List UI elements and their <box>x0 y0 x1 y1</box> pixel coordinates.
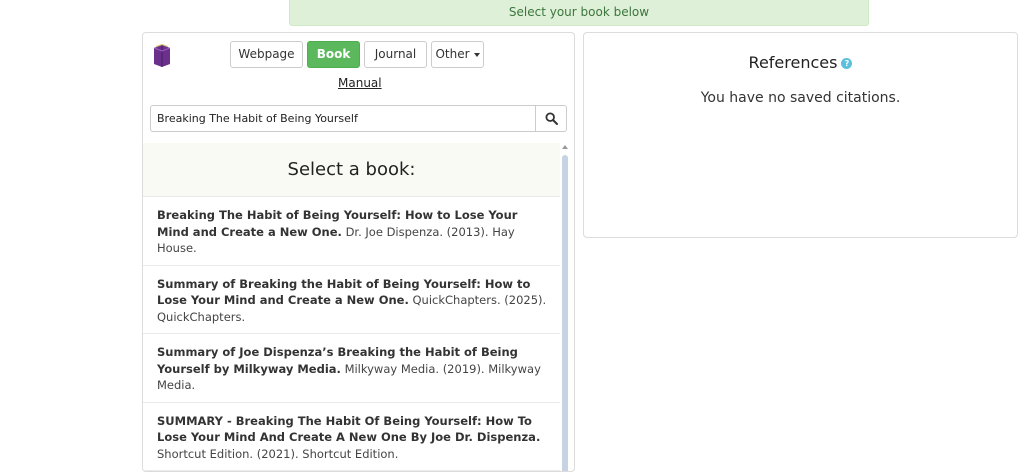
other-dropdown-button[interactable]: Other <box>431 41 484 68</box>
other-label: Other <box>435 47 470 61</box>
results-heading: Select a book: <box>143 143 560 197</box>
search-button[interactable] <box>535 105 567 132</box>
manual-link[interactable]: Manual <box>338 76 382 90</box>
webpage-button[interactable]: Webpage <box>230 41 303 68</box>
references-title: References? <box>584 53 1017 72</box>
citation-form-panel: Webpage Book Journal Other Manual Select… <box>142 32 575 472</box>
book-result-item[interactable]: SUMMARY - Breaking The Habit Of Being Yo… <box>143 403 560 471</box>
book-details: Shortcut Edition. (2021). Shortcut Editi… <box>157 446 399 461</box>
book-button[interactable]: Book <box>307 41 360 68</box>
results-scrollbar[interactable] <box>562 145 568 471</box>
search-icon <box>544 112 558 125</box>
search-input[interactable] <box>150 105 536 132</box>
references-panel: References? You have no saved citations. <box>583 32 1018 238</box>
book-result-item[interactable]: Summary of Breaking the Habit of Being Y… <box>143 266 560 334</box>
no-citations-message: You have no saved citations. <box>700 90 901 106</box>
book-result-item[interactable]: Summary of Joe Dispenza’s Breaking the H… <box>143 334 560 403</box>
book-icon <box>153 44 171 67</box>
references-title-text: References <box>748 53 838 72</box>
caret-down-icon <box>473 52 480 57</box>
book-title: SUMMARY - Breaking The Habit Of Being Yo… <box>157 413 541 445</box>
journal-button[interactable]: Journal <box>364 41 427 68</box>
book-result-item[interactable]: Breaking The Habit of Being Yourself: Ho… <box>143 197 560 266</box>
status-banner: Select your book below <box>289 0 869 26</box>
scroll-up-arrow-icon[interactable] <box>562 145 568 149</box>
question-icon[interactable]: ? <box>841 58 853 69</box>
scrollbar-thumb[interactable] <box>562 155 568 471</box>
book-results-list: Select a book: Breaking The Habit of Bei… <box>143 143 560 471</box>
